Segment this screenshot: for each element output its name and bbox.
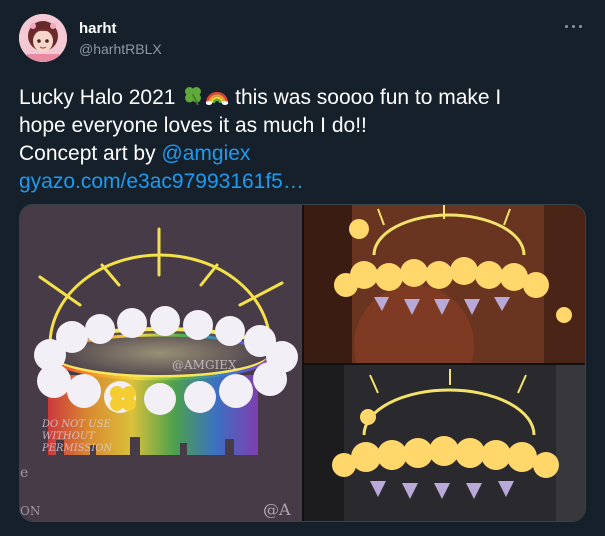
watermark-line3: PERMISSION bbox=[41, 443, 113, 454]
watermark-e: e bbox=[20, 465, 28, 481]
tweet-text: Lucky Halo 2021 this was soooo fun to ma… bbox=[19, 83, 589, 196]
tweet-text-line1-rest: this was soooo fun to make I bbox=[229, 86, 502, 109]
tweet-text-line1: Lucky Halo 2021 bbox=[19, 86, 176, 109]
watermark-bottom-right: @A bbox=[263, 500, 291, 519]
rainbow-emoji bbox=[205, 83, 229, 107]
four-leaf-clover-emoji bbox=[181, 83, 205, 107]
tweet-text-line3: Concept art by bbox=[19, 142, 162, 165]
watermark-line2: WITHOUT bbox=[42, 431, 96, 442]
in-game-render-top[interactable] bbox=[304, 205, 585, 405]
watermark-center: @AMGIEX bbox=[172, 358, 237, 372]
in-game-render-bottom[interactable] bbox=[304, 365, 585, 521]
tweet-text-line2: hope everyone loves it as much I do!! bbox=[19, 114, 367, 137]
avatar[interactable] bbox=[19, 14, 67, 62]
media-grid: @AMGIEX DO NOT USE WITHOUT PERMISSION e … bbox=[19, 204, 586, 522]
display-name[interactable]: harht bbox=[79, 20, 117, 37]
handle[interactable]: @harhtRBLX bbox=[79, 41, 162, 57]
more-icon[interactable] bbox=[563, 18, 587, 34]
watermark-line1: DO NOT USE bbox=[41, 419, 111, 430]
concept-art-image[interactable]: @AMGIEX DO NOT USE WITHOUT PERMISSION e … bbox=[20, 205, 302, 521]
mention-link[interactable]: @amgiex bbox=[161, 142, 250, 165]
url-link[interactable]: gyazo.com/e3ac97993161f5… bbox=[19, 168, 589, 196]
tweet: harht @harhtRBLX Lucky Halo 2021 this wa… bbox=[0, 0, 605, 536]
watermark-bottom-left: ON bbox=[20, 504, 40, 518]
